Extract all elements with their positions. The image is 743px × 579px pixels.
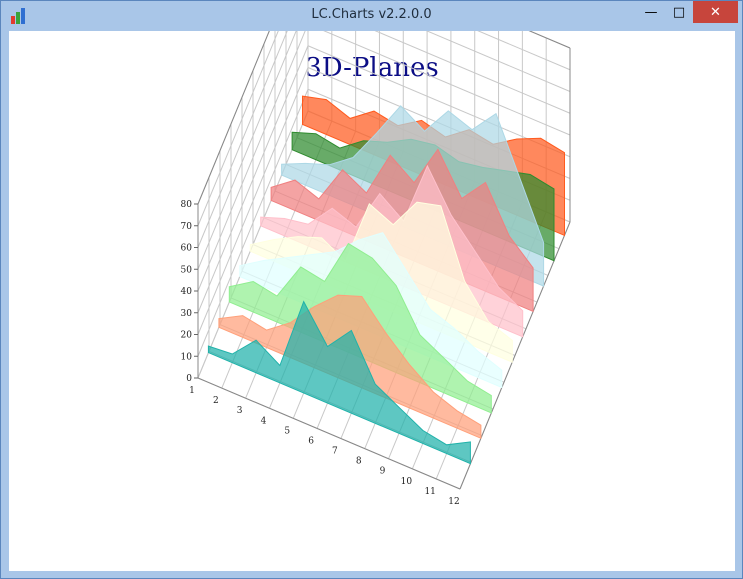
3d-planes-chart: 01020304050607080123456789101112 <box>181 31 571 507</box>
top-edge <box>528 31 571 49</box>
x-tick-label: 2 <box>213 396 219 406</box>
x-tick-label: 9 <box>380 467 386 477</box>
x-tick-label: 10 <box>401 477 413 487</box>
x-tick-label: 12 <box>448 497 459 507</box>
x-tick-label: 8 <box>356 457 362 467</box>
window-title: LC.Charts v2.2.0.0 <box>311 7 432 22</box>
x-tick-label: 3 <box>237 406 243 416</box>
z-tick-label: 60 <box>181 244 193 254</box>
minimize-button[interactable]: — <box>637 1 665 23</box>
z-tick-label: 70 <box>181 222 193 232</box>
maximize-icon: □ <box>672 4 686 20</box>
z-tick-label: 20 <box>181 331 193 341</box>
x-tick-label: 6 <box>308 436 314 446</box>
x-tick-label: 11 <box>424 487 435 497</box>
z-tick-label: 80 <box>181 200 193 210</box>
z-tick-label: 30 <box>181 309 193 319</box>
back-wall-gridline <box>425 31 571 92</box>
minimize-icon: — <box>644 4 658 20</box>
z-tick-label: 10 <box>181 352 193 362</box>
z-tick-label: 40 <box>181 287 193 297</box>
app-window: LC.Charts v2.2.0.0 — □ ✕ 3D-Planes 0 10 20… <box>0 0 743 579</box>
chart-area: 3D-Planes 0 10 20 30 40 50 60 70 80 1 2 3 4 5 6 7 8 9 10 11… <box>9 31 735 571</box>
x-tick-label: 1 <box>189 386 195 396</box>
maximize-button[interactable]: □ <box>665 1 693 23</box>
back-wall-gridline <box>528 31 571 49</box>
x-tick-label: 4 <box>261 416 267 426</box>
title-bar[interactable]: LC.Charts v2.2.0.0 — □ ✕ <box>1 1 742 31</box>
close-icon: ✕ <box>710 4 721 20</box>
close-button[interactable]: ✕ <box>693 1 738 23</box>
x-tick-label: 5 <box>284 426 290 436</box>
z-tick-label: 50 <box>181 265 193 275</box>
series-planes <box>207 95 565 465</box>
back-wall-gridline <box>477 31 571 71</box>
z-tick-label: 0 <box>186 374 192 384</box>
x-tick-label: 7 <box>332 447 338 457</box>
